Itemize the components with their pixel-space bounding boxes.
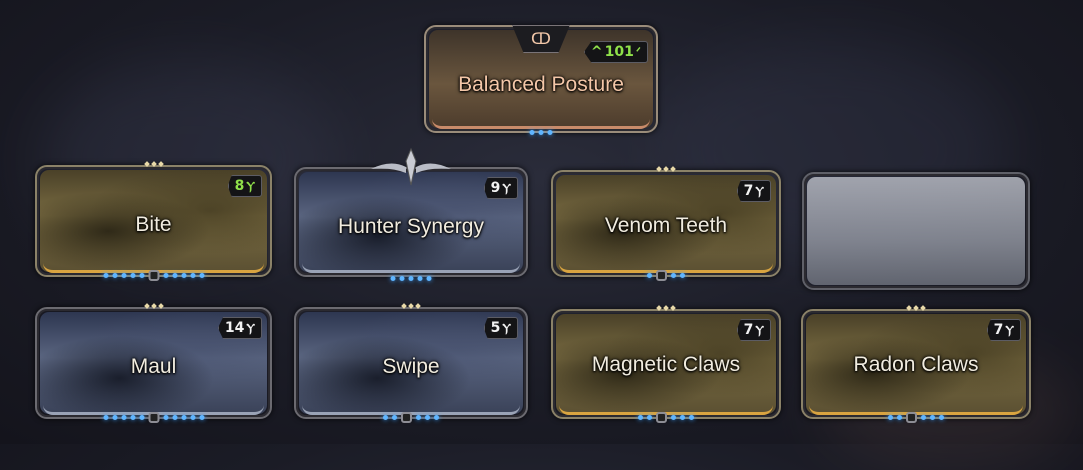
rank-pip: [547, 130, 553, 135]
mod-name: Swipe: [382, 355, 440, 378]
center-gem-icon: [906, 412, 917, 423]
mod-drain-badge: 5 Ⲩ: [483, 317, 518, 339]
vazarin-polarity-icon: Ⲩ: [502, 320, 511, 335]
vazarin-polarity-icon: Ⲩ: [246, 178, 255, 193]
stance-mod-card[interactable]: ↀ ^ 101 ᐟ Balanced Posture: [424, 25, 658, 135]
rank-pips: [390, 276, 432, 281]
madurai-polarity-icon: ᐟ: [635, 45, 641, 59]
rank-pip: [538, 130, 544, 135]
rank-pips: [383, 412, 439, 423]
mod-slot-5[interactable]: 14 Ⲩ Maul: [35, 303, 272, 423]
slot-indicator: [143, 161, 164, 167]
rank-pip: [529, 130, 535, 135]
drain-value: 5: [490, 320, 501, 336]
drain-value: 7: [993, 322, 1004, 338]
center-gem-icon: [401, 412, 412, 423]
drain-value: 14: [224, 320, 245, 336]
slot-indicator: [906, 305, 926, 311]
mod-slot-6[interactable]: 5 Ⲩ Swipe: [294, 303, 528, 423]
mod-name: Hunter Synergy: [338, 215, 484, 238]
mod-drain-badge: 7 Ⲩ: [736, 319, 771, 341]
mod-slot-2[interactable]: 9 Ⲩ Hunter Synergy: [294, 147, 528, 281]
mod-drain-badge: 9 Ⲩ: [483, 177, 518, 199]
rank-pips: [888, 412, 944, 423]
mod-slot-1[interactable]: 8 Ⲩ Bite: [35, 161, 272, 281]
vazarin-polarity-icon: Ⲩ: [755, 322, 764, 337]
stance-drain-badge: ^ 101 ᐟ: [583, 41, 648, 63]
slot-indicator: [143, 303, 164, 309]
mod-slot-4-empty[interactable]: [802, 172, 1030, 290]
rank-pips: [529, 130, 553, 135]
drain-value: 101: [604, 44, 634, 60]
mod-name: Bite: [135, 213, 172, 236]
drain-prefix: ^: [590, 44, 603, 60]
slot-indicator: [401, 303, 421, 309]
rank-pips: [638, 412, 694, 423]
center-gem-icon: [148, 270, 159, 281]
drain-value: 7: [743, 183, 754, 199]
vazarin-polarity-icon: Ⲩ: [755, 183, 764, 198]
stance-trim: [432, 112, 650, 129]
center-gem-icon: [656, 270, 667, 281]
mod-name: Magnetic Claws: [591, 353, 741, 376]
mod-drain-badge: 7 Ⲩ: [736, 180, 771, 202]
drain-value: 7: [743, 322, 754, 338]
mod-drain-badge: 7 Ⲩ: [986, 319, 1021, 341]
mod-name: Maul: [130, 355, 177, 378]
empty-slot-art: [807, 177, 1025, 285]
mod-drain-badge: 14 Ⲩ: [217, 317, 262, 339]
slot-indicator: [656, 166, 676, 172]
vazarin-polarity-icon: Ⲩ: [502, 180, 511, 195]
center-gem-icon: [148, 412, 159, 423]
center-gem-icon: [656, 412, 667, 423]
vazarin-polarity-icon: Ⲩ: [246, 320, 255, 335]
mod-slot-8[interactable]: 7 Ⲩ Radon Claws: [801, 305, 1031, 423]
drain-value: 9: [490, 180, 501, 196]
stance-name: Balanced Posture: [458, 73, 624, 96]
vazarin-polarity-icon: Ⲩ: [1005, 322, 1014, 337]
rank-pips: [103, 412, 204, 423]
drain-value: 8: [234, 178, 245, 194]
mod-slot-3[interactable]: 7 Ⲩ Venom Teeth: [551, 166, 781, 281]
rank-pips: [103, 270, 204, 281]
mod-name: Venom Teeth: [604, 214, 728, 237]
rank-pips: [647, 270, 685, 281]
mod-trim: [302, 256, 520, 273]
hunter-set-emblem-icon: [371, 147, 451, 186]
mod-slot-7[interactable]: 7 Ⲩ Magnetic Claws: [551, 305, 781, 423]
mod-drain-badge: 8 Ⲩ: [227, 175, 262, 197]
slot-indicator: [656, 305, 676, 311]
mod-name: Radon Claws: [853, 353, 979, 376]
